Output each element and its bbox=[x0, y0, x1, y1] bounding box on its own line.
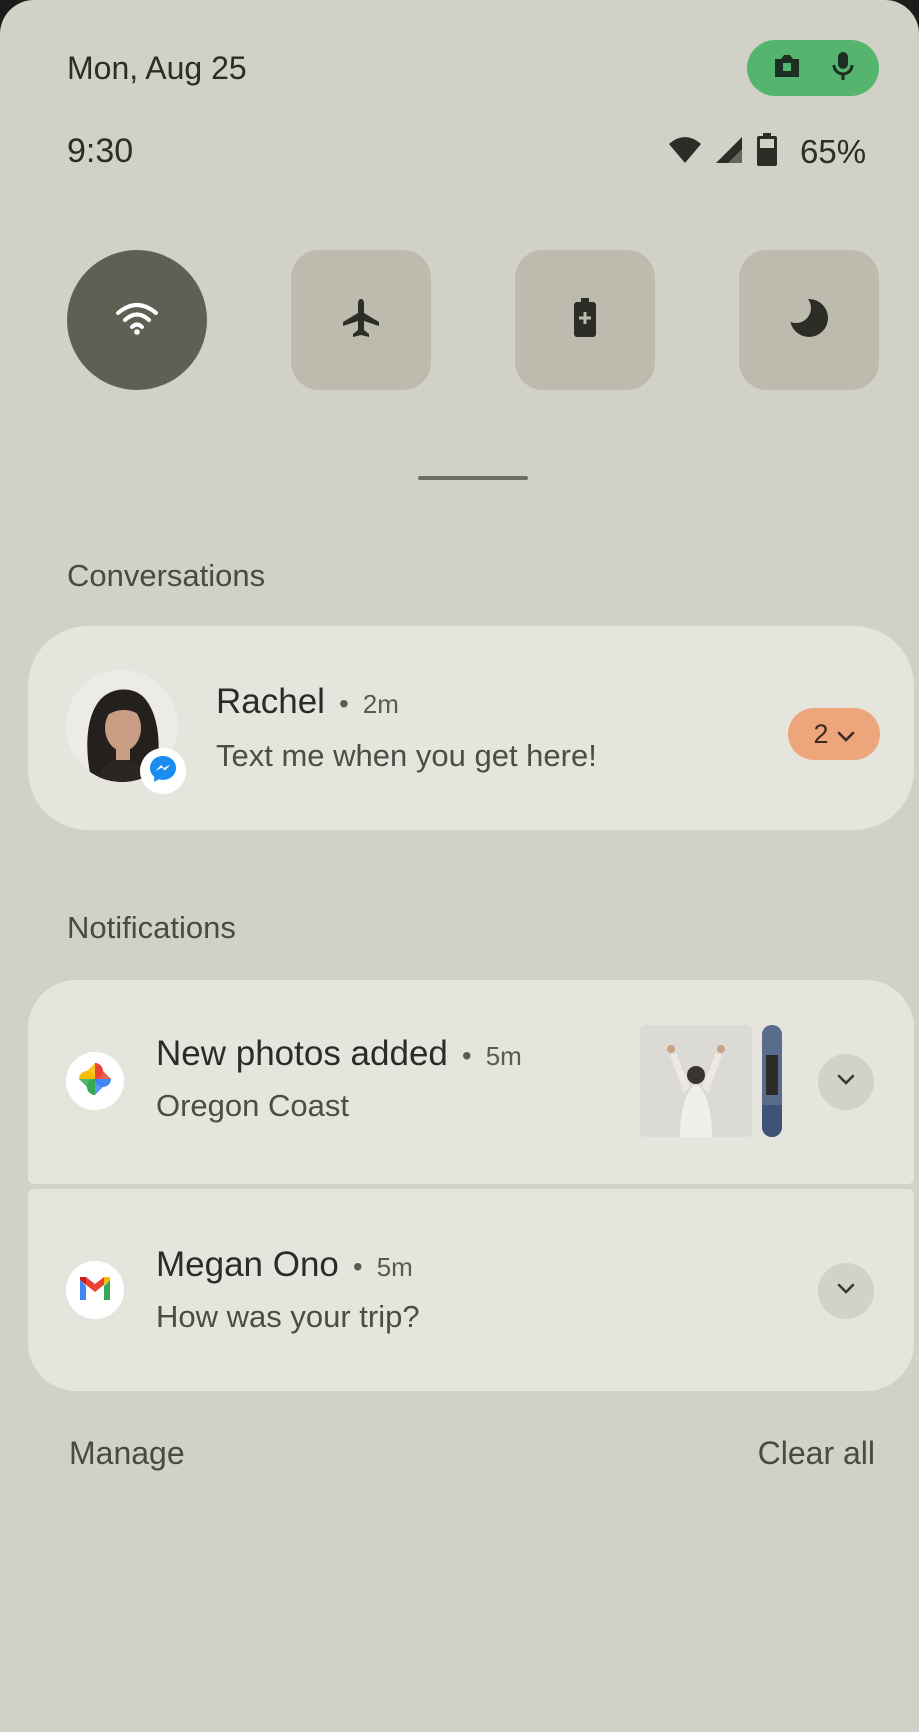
camera-icon bbox=[772, 53, 802, 84]
conversation-card[interactable]: Rachel • 2m Text me when you get here! 2 bbox=[28, 626, 914, 830]
clock: 9:30 bbox=[67, 132, 134, 170]
privacy-indicator-chip[interactable] bbox=[747, 40, 879, 96]
notification-card[interactable]: New photos added • 5m Oregon Coast bbox=[28, 980, 914, 1184]
gmail-icon bbox=[77, 1274, 113, 1307]
notification-title-line: New photos added • 5m bbox=[156, 1034, 522, 1074]
drag-handle[interactable] bbox=[418, 476, 528, 480]
chevron-down-icon bbox=[836, 1073, 856, 1091]
conversation-title: Rachel • 2m bbox=[216, 682, 399, 722]
microphone-icon bbox=[832, 51, 854, 86]
notification-title-line: Megan Ono • 5m bbox=[156, 1245, 413, 1285]
chevron-down-icon bbox=[836, 1282, 856, 1300]
timestamp: 5m bbox=[485, 1041, 522, 1071]
wifi-icon bbox=[668, 136, 702, 169]
notification-shade: Mon, Aug 25 9:30 65% Conversations Rache… bbox=[0, 0, 919, 1732]
notification-title: New photos added bbox=[156, 1034, 448, 1073]
battery-saver-icon bbox=[573, 297, 597, 343]
dark-theme-tile[interactable] bbox=[739, 250, 879, 390]
expand-count-button[interactable]: 2 bbox=[788, 708, 880, 760]
notification-card[interactable]: Megan Ono • 5m How was your trip? bbox=[28, 1189, 914, 1391]
photo-thumbnail[interactable] bbox=[762, 1025, 782, 1137]
separator-dot: • bbox=[338, 688, 349, 719]
conversations-heading: Conversations bbox=[67, 558, 266, 593]
airplane-icon bbox=[339, 296, 383, 345]
clear-all-button[interactable]: Clear all bbox=[758, 1435, 875, 1472]
notifications-heading: Notifications bbox=[67, 910, 236, 945]
sender-name: Rachel bbox=[216, 682, 325, 721]
expand-button[interactable] bbox=[818, 1054, 874, 1110]
status-icons: 65% bbox=[668, 132, 866, 172]
moon-icon bbox=[781, 292, 831, 345]
manage-button[interactable]: Manage bbox=[69, 1435, 185, 1472]
wifi-tile[interactable] bbox=[67, 250, 207, 390]
separator-dot: • bbox=[461, 1040, 472, 1071]
app-icon bbox=[66, 1261, 124, 1319]
notification-text: Oregon Coast bbox=[156, 1088, 349, 1123]
battery-percentage: 65% bbox=[800, 133, 867, 170]
messenger-app-badge bbox=[140, 748, 186, 794]
battery-saver-tile[interactable] bbox=[515, 250, 655, 390]
date-label: Mon, Aug 25 bbox=[67, 50, 247, 86]
airplane-mode-tile[interactable] bbox=[291, 250, 431, 390]
timestamp: 2m bbox=[362, 689, 399, 719]
wifi-icon bbox=[115, 301, 159, 340]
photo-thumbnail[interactable] bbox=[640, 1025, 752, 1137]
timestamp: 5m bbox=[376, 1252, 413, 1282]
separator-dot: • bbox=[352, 1251, 363, 1282]
notification-text: How was your trip? bbox=[156, 1299, 420, 1334]
cellular-signal-icon bbox=[714, 135, 744, 170]
message-count: 2 bbox=[813, 718, 829, 749]
messenger-icon bbox=[148, 754, 178, 789]
google-photos-icon bbox=[75, 1059, 115, 1104]
chevron-down-icon bbox=[837, 719, 855, 750]
battery-icon bbox=[756, 132, 778, 172]
notification-title: Megan Ono bbox=[156, 1245, 339, 1284]
expand-button[interactable] bbox=[818, 1263, 874, 1319]
app-icon bbox=[66, 1052, 124, 1110]
message-preview: Text me when you get here! bbox=[216, 738, 597, 773]
